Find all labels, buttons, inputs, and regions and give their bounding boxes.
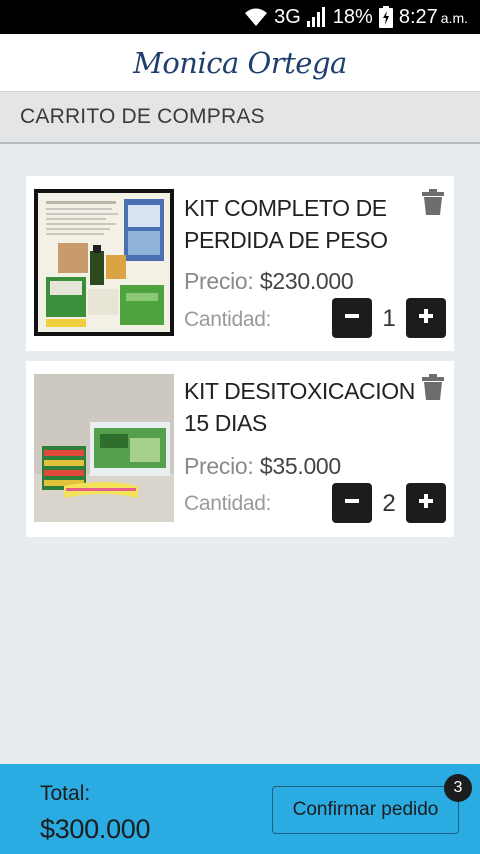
product-image	[34, 374, 174, 522]
plus-icon	[418, 308, 434, 329]
wifi-icon	[244, 7, 268, 27]
app-header: Monica Ortega	[0, 34, 480, 92]
quantity-value: 1	[382, 305, 396, 332]
product-name: KIT COMPLETO DE PERDIDA DE PESO	[184, 192, 424, 256]
quantity-value: 2	[382, 490, 396, 517]
brand-logo: Monica Ortega	[133, 45, 347, 80]
clock-ampm: a.m.	[440, 9, 468, 26]
product-image	[34, 189, 174, 336]
product-name: KIT DESITOXICACION 15 DIAS	[184, 375, 424, 439]
cart-count-badge: 3	[444, 774, 472, 802]
minus-icon	[344, 308, 360, 329]
trash-icon[interactable]	[422, 374, 444, 400]
footer-bar: Total: $300.000 Confirmar pedido 3	[0, 764, 480, 854]
decrease-quantity-button[interactable]	[332, 483, 372, 523]
price-value: $230.000	[259, 268, 354, 294]
increase-quantity-button[interactable]	[406, 298, 446, 338]
price-label: Precio:	[184, 268, 254, 294]
cart-item: KIT COMPLETO DE PERDIDA DE PESO Precio: …	[26, 176, 454, 351]
page-title: CARRITO DE COMPRAS	[20, 105, 265, 128]
battery-icon	[378, 6, 393, 28]
product-name-line: KIT COMPLETO DE	[184, 195, 387, 221]
price-row: Precio: $35.000	[184, 453, 341, 480]
clock-time: 8:27	[398, 5, 438, 28]
page-title-bar: CARRITO DE COMPRAS	[0, 92, 480, 144]
battery-percent: 18%	[332, 5, 373, 28]
product-name-line: KIT DESITOXICACION	[184, 378, 415, 404]
quantity-label: Cantidad:	[184, 492, 272, 515]
total-label: Total:	[40, 782, 91, 805]
network-type: 3G	[274, 5, 301, 28]
cart-item: KIT DESITOXICACION 15 DIAS Precio: $35.0…	[26, 361, 454, 537]
confirm-order-button[interactable]: Confirmar pedido	[272, 786, 459, 834]
price-value: $35.000	[259, 453, 341, 479]
plus-icon	[418, 493, 434, 514]
total-value: $300.000	[40, 814, 151, 844]
increase-quantity-button[interactable]	[406, 483, 446, 523]
status-bar: 3G 18% 8:27 a.m.	[0, 0, 480, 34]
product-name-line: PERDIDA DE PESO	[184, 227, 388, 253]
price-label: Precio:	[184, 453, 254, 479]
trash-icon[interactable]	[422, 189, 444, 215]
decrease-quantity-button[interactable]	[332, 298, 372, 338]
price-row: Precio: $230.000	[184, 268, 354, 295]
quantity-label: Cantidad:	[184, 308, 272, 331]
minus-icon	[344, 493, 360, 514]
signal-icon	[306, 7, 327, 27]
product-name-line: 15 DIAS	[184, 410, 267, 436]
status-indicators: 3G 18% 8:27 a.m.	[244, 4, 468, 30]
